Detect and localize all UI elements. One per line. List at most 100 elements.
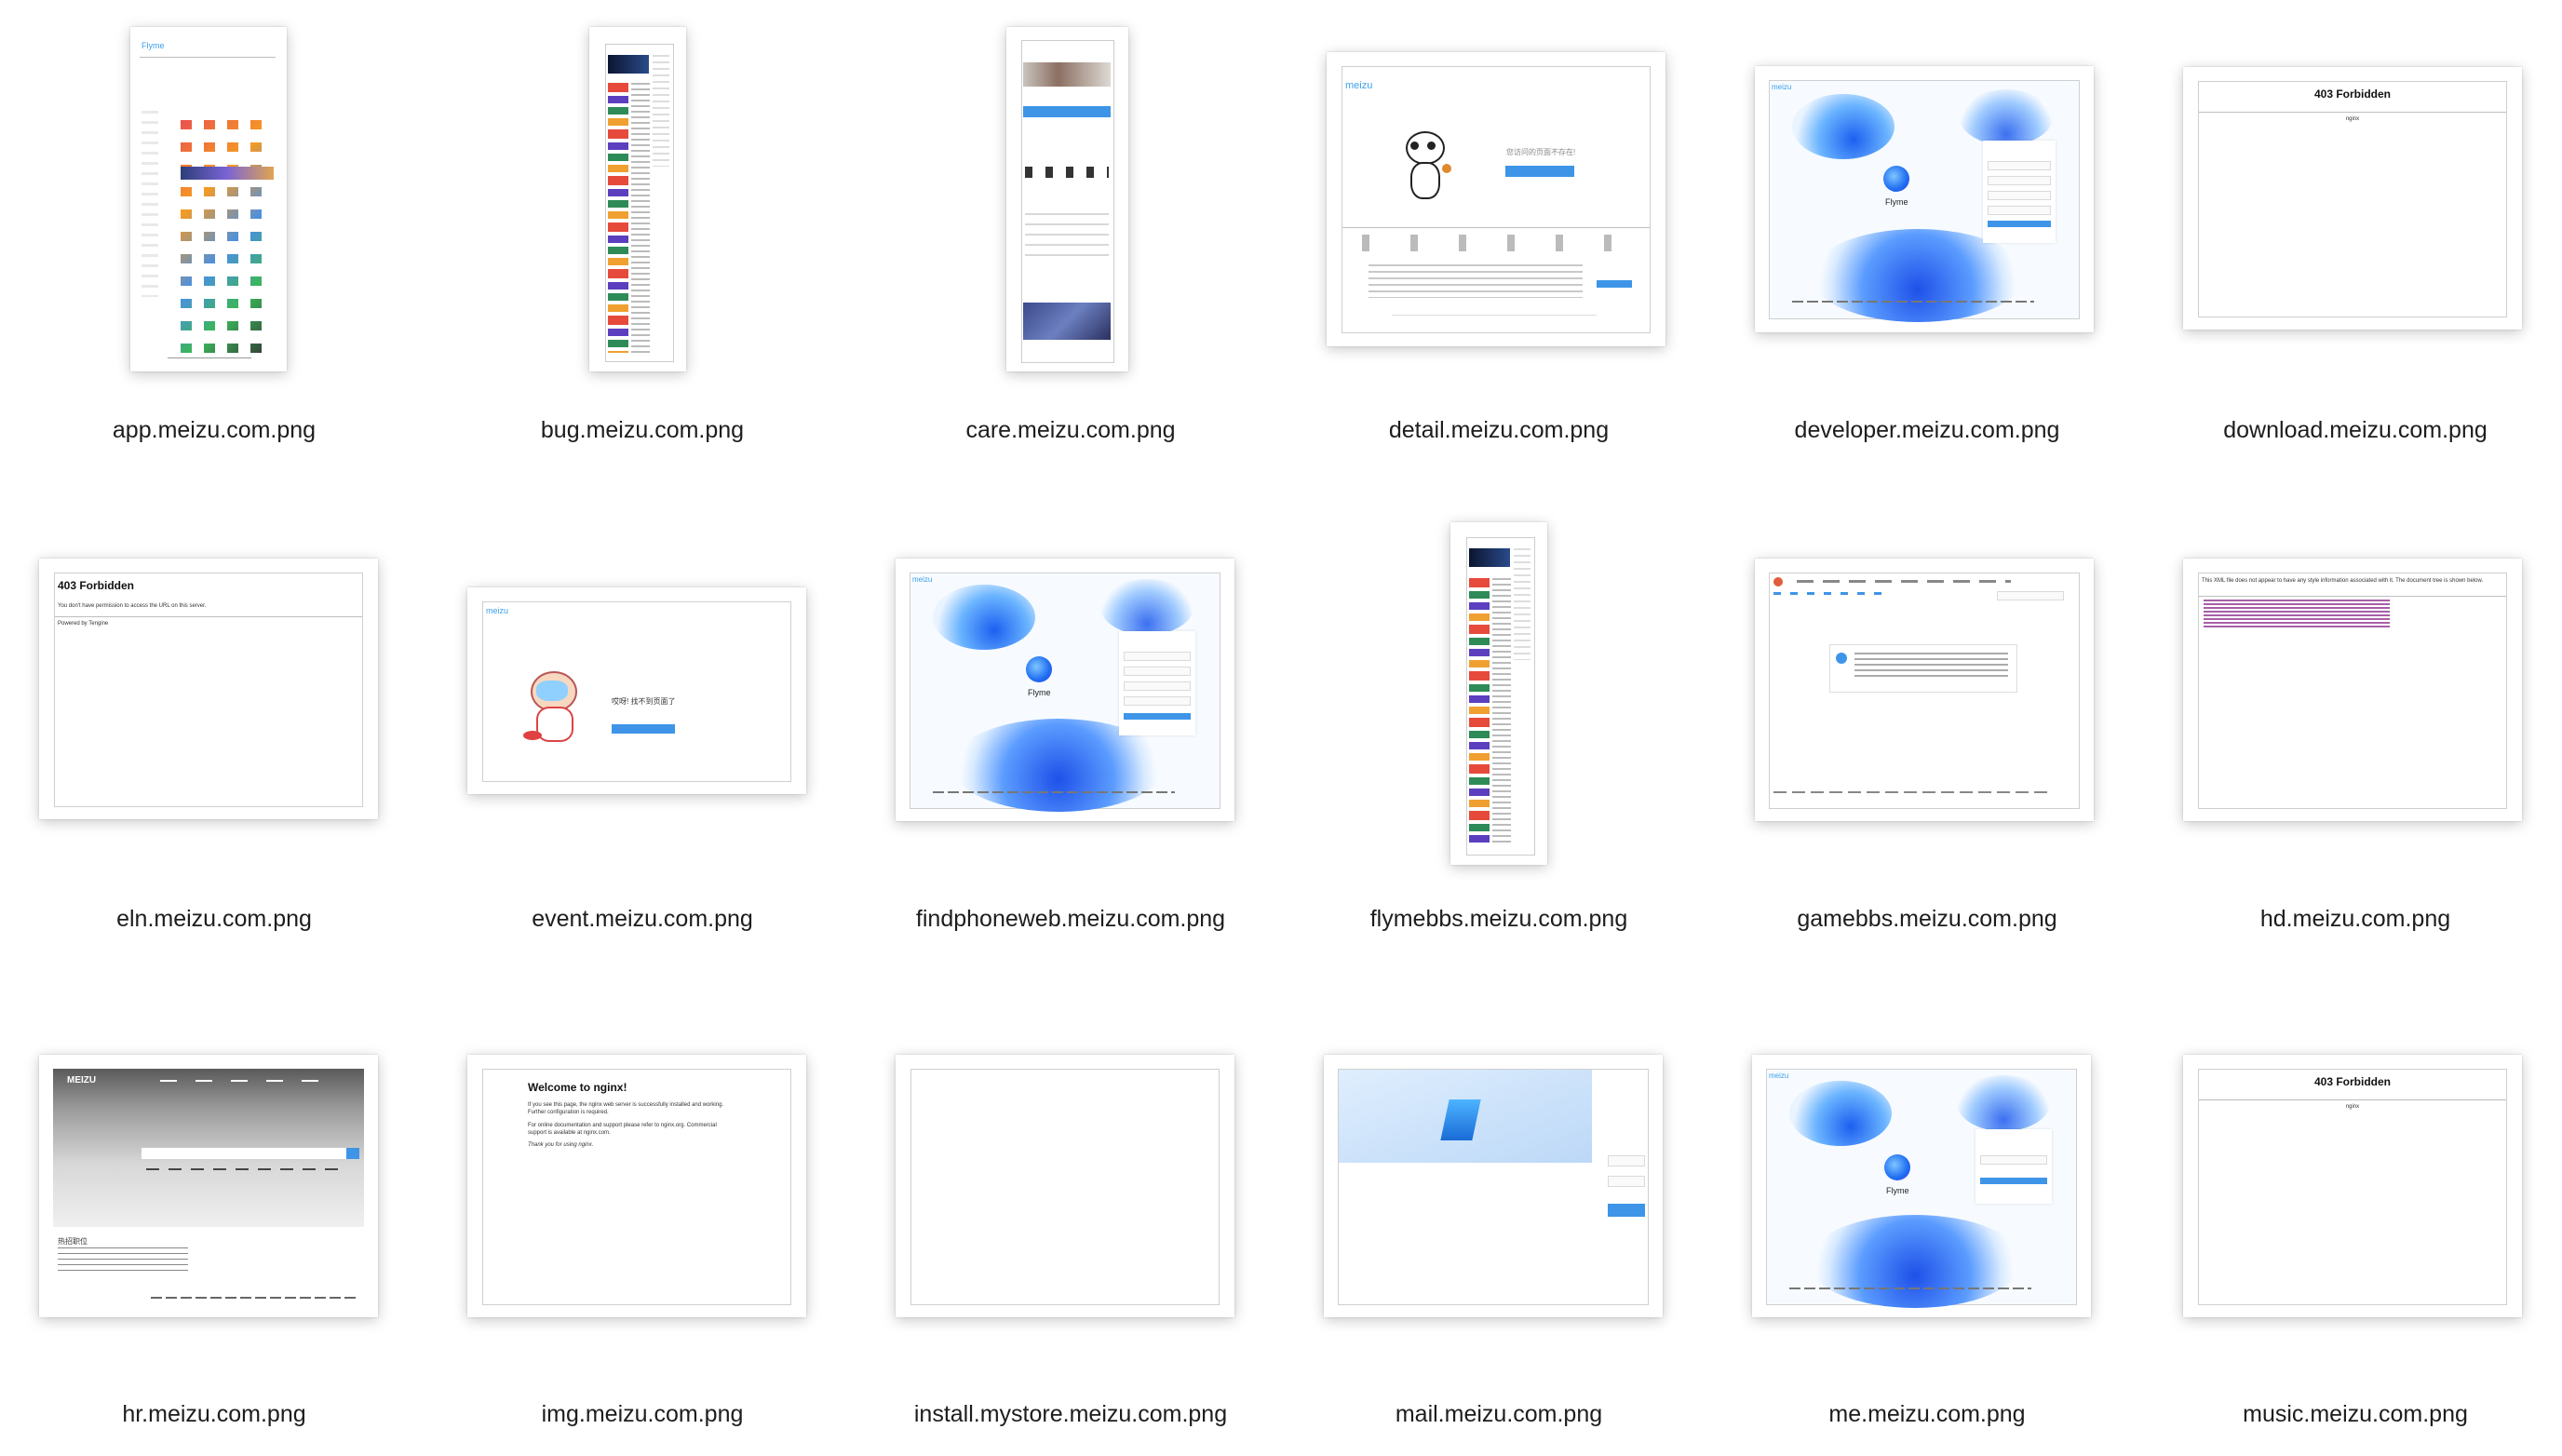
file-label: install.mystore.meizu.com.png [913,1401,1228,1427]
file-label: eln.meizu.com.png [116,906,312,932]
thumbnail-developer[interactable]: Flyme meizu [1755,66,2094,332]
page-title: 403 Forbidden [2313,88,2391,101]
care-blue-band [1023,106,1111,117]
hr-logo: MEIZU [67,1075,97,1085]
back-home-button[interactable] [612,724,675,734]
file-label: music.meizu.com.png [2243,1401,2468,1427]
flyme-orb [1026,656,1052,682]
file-tile-hd[interactable]: This XML file does not appear to have an… [2141,492,2562,957]
meizu-logo: meizu [1772,83,1792,91]
error-message: You don't have permission to access the … [58,603,207,609]
panda-mascot [1392,127,1457,201]
hr-nav [160,1080,318,1082]
file-tile-eln[interactable]: 403 Forbidden You don't have permission … [0,492,428,957]
footer-link-columns [1369,264,1583,298]
file-tile-event[interactable]: meizu 哎呀! 找不到页面了 event.meizu.com.png [428,492,856,957]
astronaut-mascot [521,669,585,746]
flyme-brand: Flyme [1886,1186,1909,1195]
thumbnail-eln[interactable]: 403 Forbidden You don't have permission … [39,559,378,819]
login-panel [1119,631,1195,735]
file-tile-mail[interactable]: mail.meizu.com.png [1285,985,1713,1456]
file-tile-app[interactable]: Flyme app.meizu.com.png [0,0,428,465]
mail-login-button[interactable] [1608,1204,1645,1217]
file-tile-gamebbs[interactable]: gamebbs.meizu.com.png [1713,492,2141,957]
app-icon-grid [181,115,274,353]
intro-paragraph: If you see this page, the nginx web serv… [528,1102,724,1115]
thumbnail-install[interactable] [896,1055,1234,1317]
file-tile-img[interactable]: Welcome to nginx! If you see this page, … [428,985,856,1456]
thumbnail-flymebbs[interactable] [1450,522,1547,865]
gamebbs-search[interactable] [1997,591,2064,600]
file-tile-bug[interactable]: bug.meizu.com.png [428,0,856,465]
file-label: app.meizu.com.png [112,417,317,443]
hr-job-list [58,1247,188,1272]
login-panel [1983,141,2056,243]
not-found-message: 哎呀! 找不到页面了 [612,697,676,706]
page-title: 403 Forbidden [58,579,135,592]
hr-footer [151,1297,356,1299]
thumbnail-hr[interactable]: MEIZU 热招职位 [39,1055,378,1317]
page-title: Welcome to nginx! [528,1081,627,1094]
login-panel [1975,1129,2052,1204]
hr-section-title: 热招职位 [58,1237,88,1246]
thumbnail-me[interactable]: Flyme meizu [1752,1055,2091,1317]
thumbnail-bug[interactable] [589,27,686,371]
login-button[interactable] [1988,221,2051,227]
thumbnail-img[interactable]: Welcome to nginx! If you see this page, … [467,1055,806,1317]
page-title: 403 Forbidden [2313,1075,2391,1088]
thumbnail-app[interactable]: Flyme [130,27,287,371]
flyme-orb [1884,1154,1910,1180]
file-tile-music[interactable]: 403 Forbidden nginx music.meizu.com.png [2141,985,2562,1456]
app-banner [181,167,274,180]
file-tile-detail[interactable]: meizu 您访问的页面不存在! detail.meizu.com.png [1285,0,1713,465]
thumbnail-download[interactable]: 403 Forbidden nginx [2183,67,2522,330]
file-label: gamebbs.meizu.com.png [1797,906,2057,932]
bbs-post-titles [1492,578,1511,843]
bbs-post-thumbnails [1469,578,1490,843]
hr-search-button[interactable] [346,1148,359,1159]
xml-tree [2204,600,2390,629]
app-category-sidebar [142,111,158,297]
thumbnail-event[interactable]: meizu 哎呀! 找不到页面了 [467,587,806,794]
login-button[interactable] [1980,1178,2047,1184]
mail-login-form [1608,1120,1645,1232]
file-tile-flymebbs[interactable]: flymebbs.meizu.com.png [1285,492,1713,957]
login-button[interactable] [1124,713,1191,720]
flyme-brand: Flyme [1028,688,1051,697]
hr-search-input[interactable] [142,1148,348,1159]
care-services [1025,167,1109,178]
file-tile-hr[interactable]: MEIZU 热招职位 hr.meizu.com.png [0,985,428,1456]
gamebbs-logo [1773,577,1783,586]
thumbnail-music[interactable]: 403 Forbidden nginx [2183,1055,2522,1317]
file-tile-download[interactable]: 403 Forbidden nginx download.meizu.com.p… [2141,0,2562,465]
file-label: hr.meizu.com.png [122,1401,306,1427]
care-hero [1023,62,1111,87]
thumbnail-gamebbs[interactable] [1755,559,2094,821]
file-label: event.meizu.com.png [532,906,753,932]
service-icons-row [1362,235,1632,251]
bbs-sidebar [1514,548,1530,660]
server-name: nginx [2345,1104,2360,1110]
footer-links [1792,301,2034,303]
file-label: download.meizu.com.png [2223,417,2488,443]
file-tile-findphone[interactable]: Flyme meizu findphoneweb.meizu.com.png [856,492,1285,957]
server-footer: Powered by Tengine [58,621,109,627]
file-tile-install[interactable]: install.mystore.meizu.com.png [856,985,1285,1456]
file-tile-developer[interactable]: Flyme meizu developer.meizu.com.png [1713,0,2141,465]
support-hotline-button[interactable] [1597,280,1632,288]
file-tile-care[interactable]: care.meizu.com.png [856,0,1285,465]
file-label: img.meizu.com.png [541,1401,744,1427]
care-service-list [1025,213,1109,260]
xml-notice: This XML file does not appear to have an… [2202,578,2484,584]
back-home-button[interactable] [1505,166,1574,177]
server-name: nginx [2345,116,2360,122]
thumbnail-hd[interactable]: This XML file does not appear to have an… [2183,559,2522,821]
thumbnail-mail[interactable] [1324,1055,1663,1317]
file-label: developer.meizu.com.png [1794,417,2060,443]
thumbnail-care[interactable] [1006,27,1128,371]
thumbnail-detail[interactable]: meizu 您访问的页面不存在! [1327,52,1665,346]
thumbnail-findphone[interactable]: Flyme meizu [896,559,1234,821]
meizu-logo: meizu [486,606,509,615]
thanks-line: Thank you for using nginx. [528,1142,594,1148]
file-tile-me[interactable]: Flyme meizu me.meizu.com.png [1713,985,2141,1456]
